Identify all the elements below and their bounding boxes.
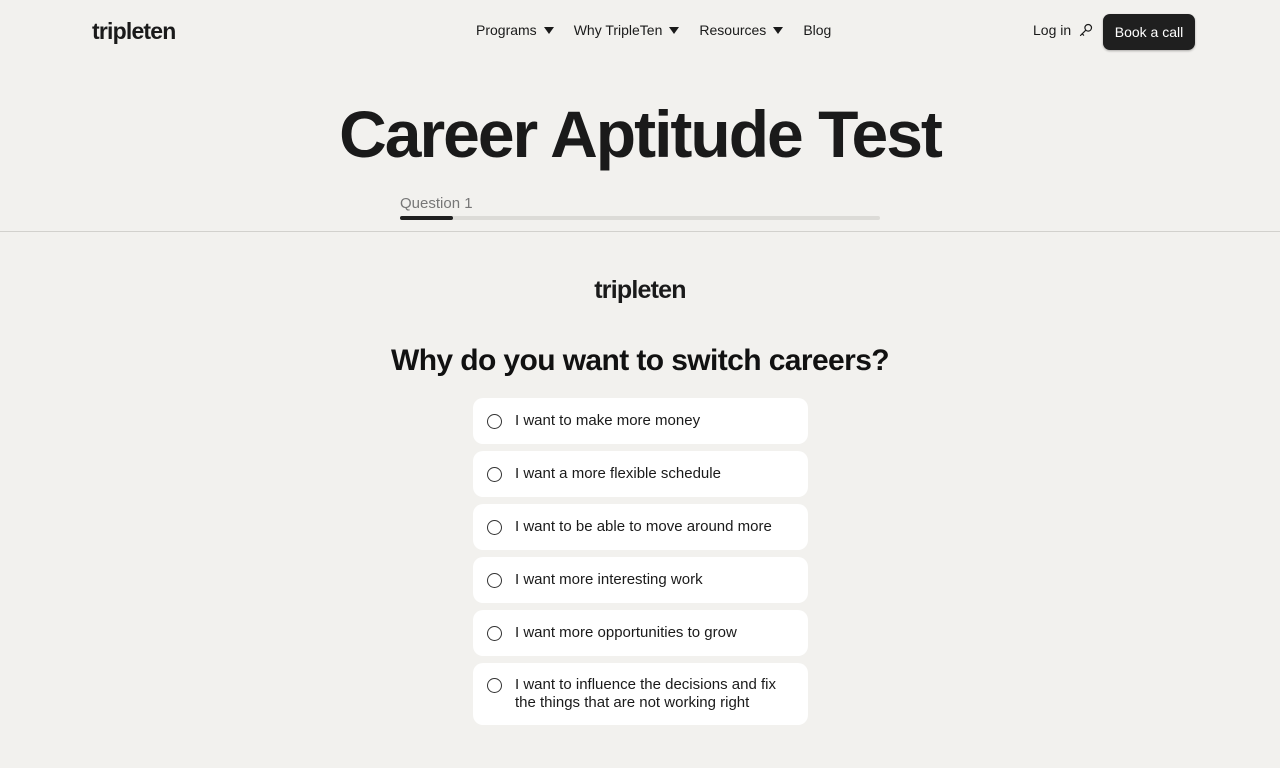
nav-resources[interactable]: Resources (699, 22, 784, 38)
question-counter: Question 1 (400, 195, 473, 212)
question-text: Why do you want to switch careers? (390, 344, 890, 377)
caret-down-icon (543, 26, 554, 34)
answer-option[interactable]: I want more opportunities to grow (473, 610, 808, 656)
site-header: tripleten Programs Why TripleTen Resourc… (0, 0, 1280, 64)
page-title: Career Aptitude Test (339, 97, 943, 171)
radio-button[interactable] (487, 519, 502, 535)
caret-down-icon (669, 26, 680, 34)
login-link[interactable]: Log in (1033, 22, 1093, 38)
answer-option-label: I want a more flexible schedule (515, 465, 721, 482)
nav-why-tripleten[interactable]: Why TripleTen (574, 22, 680, 38)
book-a-call-button[interactable]: Book a call (1103, 14, 1195, 50)
radio-button[interactable] (487, 572, 502, 588)
answer-option[interactable]: I want to be able to move around more (473, 504, 808, 550)
radio-button[interactable] (487, 678, 502, 693)
quiz-logo: tripleten (594, 276, 686, 304)
answer-option[interactable]: I want more interesting work (473, 557, 808, 603)
brand-logo[interactable]: tripleten (92, 18, 176, 45)
caret-down-icon (773, 26, 784, 34)
answer-option[interactable]: I want to influence the decisions and fi… (473, 663, 808, 725)
radio-button[interactable] (487, 625, 502, 641)
nav-why-tripleten-label: Why TripleTen (573, 22, 663, 38)
nav-blog-label: Blog (803, 22, 832, 38)
answer-option-label: I want to influence the decisions and fi… (515, 676, 776, 711)
radio-button[interactable] (487, 413, 502, 429)
answer-option-label: I want to be able to move around more (515, 518, 772, 535)
main-nav: Programs Why TripleTen Resources Blog (476, 22, 831, 38)
radio-button[interactable] (487, 466, 502, 482)
answer-options: I want to make more money I want a more … (473, 398, 808, 725)
answer-option[interactable]: I want to make more money (473, 398, 808, 444)
answer-option-label: I want more interesting work (515, 571, 703, 588)
progress-fill (400, 216, 453, 220)
answer-option-label: I want to make more money (515, 412, 701, 429)
nav-blog[interactable]: Blog (803, 22, 831, 38)
answer-option-label: I want more opportunities to grow (515, 624, 737, 641)
answer-option[interactable]: I want a more flexible schedule (473, 451, 808, 497)
login-label: Log in (1033, 22, 1072, 38)
section-divider (0, 231, 1280, 232)
key-icon (1079, 23, 1093, 37)
progress-bar (400, 216, 880, 220)
nav-programs-label: Programs (476, 22, 537, 38)
nav-programs[interactable]: Programs (476, 22, 554, 38)
nav-resources-label: Resources (699, 22, 767, 38)
